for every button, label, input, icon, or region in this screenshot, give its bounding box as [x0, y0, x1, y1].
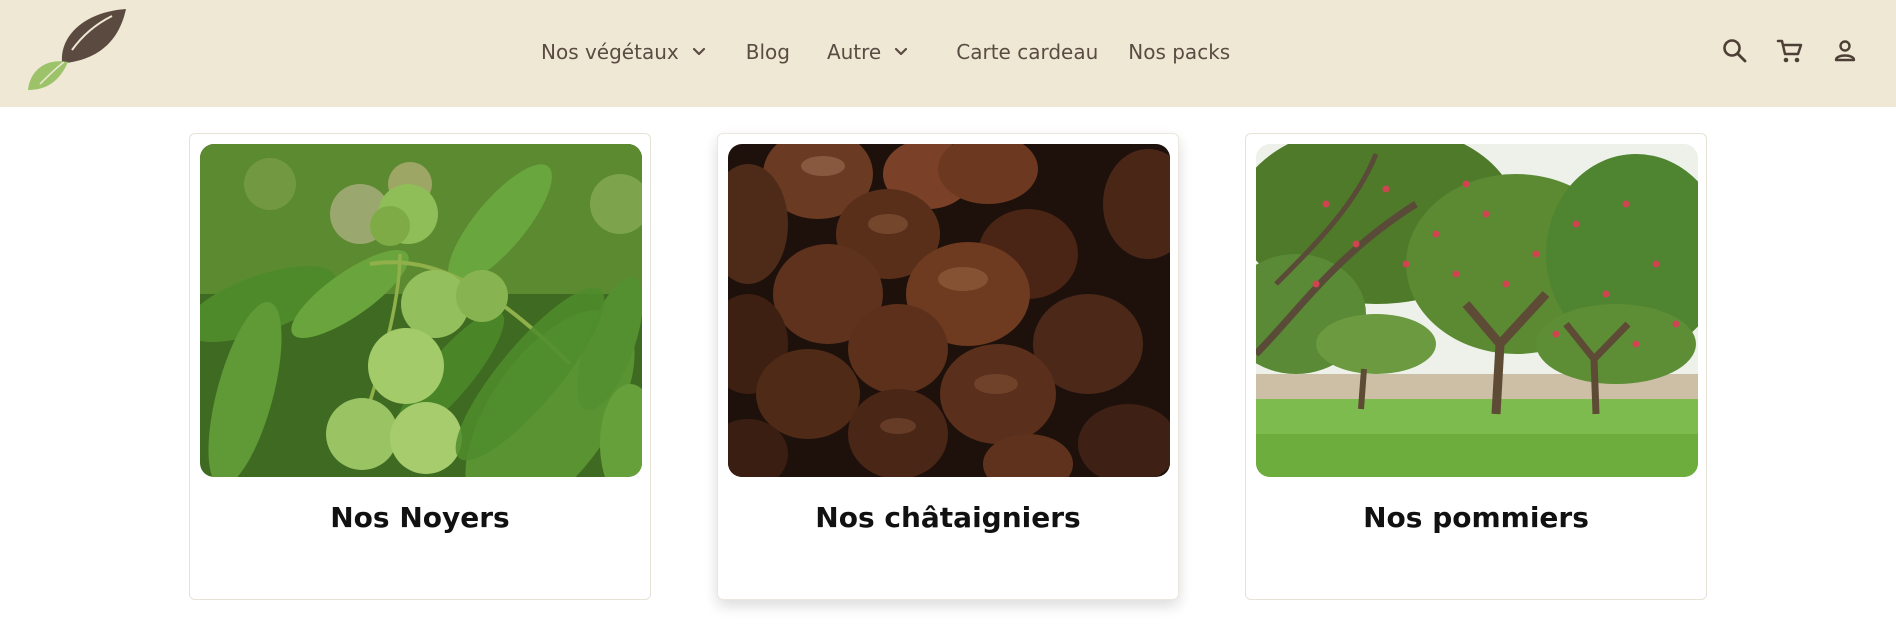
- site-header: Nos végétaux Blog Autre Carte cardeau No…: [0, 0, 1896, 107]
- main-nav: Nos végétaux Blog Autre Carte cardeau No…: [541, 0, 1230, 104]
- search-icon[interactable]: [1720, 36, 1750, 66]
- card-image-orchard[interactable]: [1256, 144, 1698, 477]
- nav-item-packs[interactable]: Nos packs: [1128, 40, 1230, 64]
- account-icon[interactable]: [1830, 36, 1860, 66]
- nav-item-label: Blog: [745, 40, 790, 64]
- nav-item-label: Nos packs: [1128, 40, 1231, 64]
- chevron-down-icon: [692, 47, 705, 56]
- category-card-chataigniers[interactable]: Nos châtaigniers: [717, 133, 1179, 600]
- category-card-pommiers[interactable]: Nos pommiers: [1245, 133, 1707, 600]
- nav-item-label: Autre: [826, 40, 882, 64]
- logo-leaf-icon[interactable]: [26, 6, 132, 90]
- nav-item-label: Carte cardeau: [956, 40, 1099, 64]
- nav-item-carte-cadeau[interactable]: Carte cardeau: [956, 40, 1098, 64]
- card-image-chestnuts[interactable]: [728, 144, 1170, 477]
- chevron-down-icon: [895, 47, 908, 56]
- chestnut-photo: [728, 144, 1170, 477]
- walnut-photo: [200, 144, 642, 477]
- nav-item-vegetaux[interactable]: Nos végétaux: [541, 40, 709, 64]
- category-card-noyers[interactable]: Nos Noyers: [189, 133, 651, 600]
- card-title: Nos Noyers: [330, 501, 510, 534]
- card-title: Nos pommiers: [1363, 501, 1589, 534]
- cart-icon[interactable]: [1775, 36, 1805, 66]
- nav-item-blog[interactable]: Blog: [746, 40, 790, 64]
- nav-item-label: Nos végétaux: [541, 40, 679, 64]
- card-image-walnuts[interactable]: [200, 144, 642, 477]
- orchard-photo: [1256, 144, 1698, 477]
- card-title: Nos châtaigniers: [815, 501, 1081, 534]
- nav-item-autre[interactable]: Autre: [827, 40, 911, 64]
